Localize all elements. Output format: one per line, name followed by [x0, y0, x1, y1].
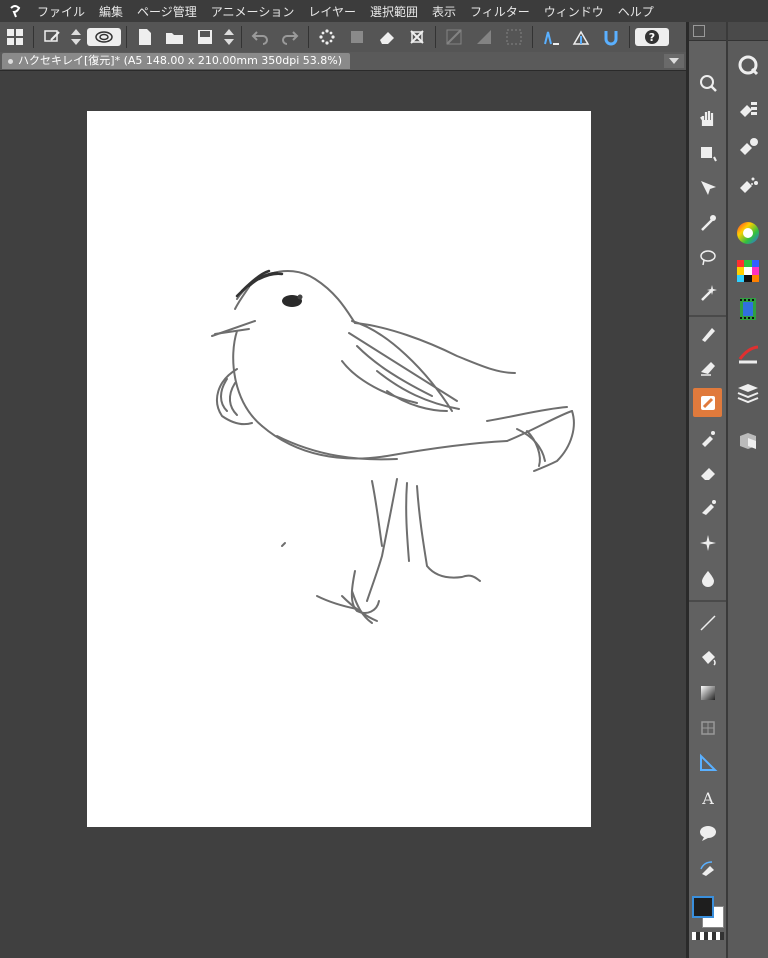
layer-property-icon[interactable] [733, 340, 763, 370]
brush-size-icon[interactable] [733, 170, 763, 200]
magic-wand-tool-icon[interactable] [693, 278, 722, 307]
document-tab-bar: ハクセキレイ[復元]* (A5 148.00 x 210.00mm 350dpi… [0, 52, 686, 71]
bucket-tool-icon[interactable] [693, 643, 722, 672]
eyedropper-tool-icon[interactable] [693, 208, 722, 237]
menu-window[interactable]: ウィンドウ [537, 3, 611, 20]
palette-menu-icon[interactable] [693, 25, 705, 37]
undo-icon[interactable] [247, 25, 273, 49]
material-icon[interactable] [733, 426, 763, 456]
text-tool-icon[interactable]: A [693, 783, 722, 812]
menu-selection[interactable]: 選択範囲 [363, 3, 425, 20]
magnet-icon[interactable] [598, 25, 624, 49]
menu-file[interactable]: ファイル [30, 3, 92, 20]
grid-view-icon[interactable] [2, 25, 28, 49]
menu-page[interactable]: ページ管理 [130, 3, 204, 20]
new-file-icon[interactable] [132, 25, 158, 49]
menu-layer[interactable]: レイヤー [301, 3, 363, 20]
canvas-area[interactable] [0, 71, 686, 958]
eraser-tool-icon[interactable] [693, 458, 722, 487]
sub-tool-detail-icon[interactable] [733, 132, 763, 162]
rotate-tool-icon[interactable] [693, 138, 722, 167]
open-folder-icon[interactable] [162, 25, 188, 49]
menu-filter[interactable]: フィルター [463, 3, 537, 20]
right-panel-icons [728, 22, 768, 958]
menu-bar: ファイル 編集 ページ管理 アニメーション レイヤー 選択範囲 表示 フィルター… [0, 0, 768, 22]
quick-access-icon[interactable] [733, 50, 763, 80]
chevron-down-icon [669, 58, 679, 64]
menu-view[interactable]: 表示 [425, 3, 463, 20]
svg-text:?: ? [649, 31, 655, 44]
grid-icon[interactable] [501, 25, 527, 49]
pencil-tool-icon[interactable] [693, 353, 722, 382]
line-tool-icon[interactable] [693, 608, 722, 637]
menu-edit[interactable]: 編集 [92, 3, 130, 20]
ruler-tool-icon[interactable] [693, 748, 722, 777]
menu-help[interactable]: ヘルプ [611, 3, 661, 20]
edit-icon[interactable] [39, 25, 65, 49]
arrow-up-down-icon[interactable] [222, 25, 236, 49]
bird-sketch [211, 269, 575, 624]
brush-tool-icon[interactable] [693, 388, 722, 417]
frame-tool-icon[interactable] [693, 713, 722, 742]
tab-dot-icon [8, 58, 13, 64]
save-icon[interactable] [192, 25, 218, 49]
document-title: ハクセキレイ[復元]* (A5 148.00 x 210.00mm 350dpi… [18, 54, 343, 67]
pen-tool-icon[interactable] [693, 318, 722, 347]
color-set-icon[interactable] [733, 256, 763, 286]
app-logo-icon[interactable] [0, 0, 30, 22]
hand-tool-icon[interactable] [693, 103, 722, 132]
tool-palette-header[interactable] [689, 22, 726, 41]
menu-animation[interactable]: アニメーション [204, 3, 302, 20]
redo-icon[interactable] [277, 25, 303, 49]
arrow-up-down-icon[interactable] [69, 25, 83, 49]
gradient-tool-icon[interactable] [693, 678, 722, 707]
help-icon[interactable]: ? [635, 28, 669, 46]
crop-icon[interactable] [404, 25, 430, 49]
lasso-tool-icon[interactable] [693, 243, 722, 272]
sparkle-tool-icon[interactable] [693, 528, 722, 557]
tool-palette: A [689, 22, 726, 958]
eraser-icon[interactable] [374, 25, 400, 49]
water-drop-tool-icon[interactable] [693, 563, 722, 592]
ruler-fill-icon[interactable] [471, 25, 497, 49]
animation-timeline-icon[interactable] [733, 294, 763, 324]
right-panel-header[interactable] [728, 22, 768, 41]
perspective-icon[interactable] [568, 25, 594, 49]
command-toolbar: ? [0, 22, 686, 53]
pen-ruler-icon[interactable] [538, 25, 564, 49]
color-wheel-icon[interactable] [733, 218, 763, 248]
correct-line-tool-icon[interactable] [693, 853, 722, 882]
transparent-color-swatch[interactable] [692, 932, 724, 940]
fill-clear-icon[interactable] [344, 25, 370, 49]
move-tool-icon[interactable] [693, 173, 722, 202]
blend-tool-icon[interactable] [693, 493, 722, 522]
drawing-page[interactable] [87, 111, 591, 827]
transform-dots-icon[interactable] [314, 25, 340, 49]
layer-icon[interactable] [733, 378, 763, 408]
zoom-tool-icon[interactable] [693, 68, 722, 97]
document-tab[interactable]: ハクセキレイ[復元]* (A5 148.00 x 210.00mm 350dpi… [2, 53, 351, 69]
main-color-swatch[interactable] [692, 896, 714, 918]
balloon-tool-icon[interactable] [693, 818, 722, 847]
airbrush-tool-icon[interactable] [693, 423, 722, 452]
tool-property-icon[interactable] [733, 94, 763, 124]
tab-menu-button[interactable] [664, 54, 684, 68]
svg-text:A: A [701, 789, 714, 808]
spiral-logo-icon[interactable] [87, 28, 121, 46]
ruler-diag-icon[interactable] [441, 25, 467, 49]
